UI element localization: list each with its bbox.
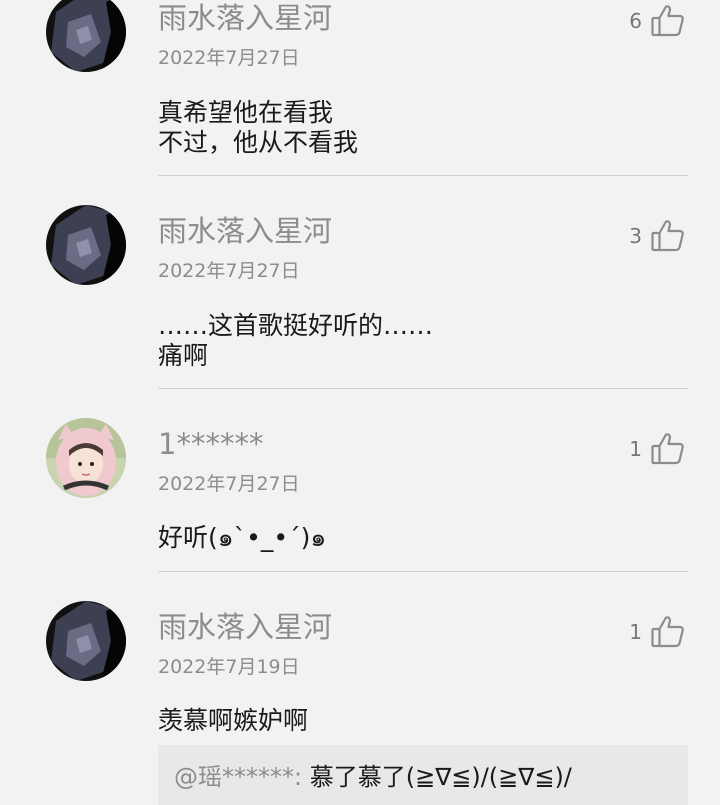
thumbs-up-icon[interactable] <box>650 431 686 467</box>
divider <box>158 388 688 389</box>
comment-text-line: 痛啊 <box>158 341 209 370</box>
comment-text-line: 不过，他从不看我 <box>158 128 359 157</box>
dark-avatar-icon <box>46 601 126 681</box>
thumbs-up-icon[interactable] <box>650 3 686 39</box>
username[interactable]: 雨水落入星河 <box>158 0 332 36</box>
username[interactable]: 1****** <box>158 426 263 462</box>
thumbs-up-icon[interactable] <box>650 614 686 650</box>
comment-date: 2022年7月27日 <box>158 260 300 282</box>
like-count: 6 <box>629 9 642 33</box>
divider <box>158 175 688 176</box>
like-count: 1 <box>629 620 642 644</box>
comment-date: 2022年7月19日 <box>158 656 300 678</box>
comment-text-line: ……这首歌挺好听的…… <box>158 311 434 340</box>
comment-text-line: 好听(๑`•_•´)๑ <box>158 523 327 552</box>
like-count: 1 <box>629 437 642 461</box>
avatar[interactable] <box>46 205 126 285</box>
reply-content: 慕了慕了(≧∇≦)/(≧∇≦)/ <box>302 763 572 791</box>
thumbs-up-icon[interactable] <box>650 218 686 254</box>
avatar[interactable] <box>46 418 126 498</box>
username[interactable]: 雨水落入星河 <box>158 213 332 249</box>
person-avatar-icon <box>46 418 126 498</box>
dark-avatar-icon <box>46 205 126 285</box>
comment-text-line: 真希望他在看我 <box>158 98 334 127</box>
avatar[interactable] <box>46 0 126 72</box>
dark-avatar-icon <box>46 0 126 72</box>
like-button[interactable]: 3 <box>629 218 686 254</box>
comment-date: 2022年7月27日 <box>158 47 300 69</box>
divider <box>158 571 688 572</box>
avatar[interactable] <box>46 601 126 681</box>
username[interactable]: 雨水落入星河 <box>158 609 332 645</box>
like-button[interactable]: 1 <box>629 431 686 467</box>
reply-text: @瑶******: 慕了慕了(≧∇≦)/(≧∇≦)/ <box>174 757 572 792</box>
comment-text-line: 羡慕啊嫉妒啊 <box>158 706 309 735</box>
like-count: 3 <box>629 224 642 248</box>
like-button[interactable]: 1 <box>629 614 686 650</box>
comment-date: 2022年7月27日 <box>158 473 300 495</box>
reply-quote[interactable]: @瑶******: 慕了慕了(≧∇≦)/(≧∇≦)/ <box>158 745 688 805</box>
reply-author[interactable]: @瑶******: <box>174 763 302 791</box>
like-button[interactable]: 6 <box>629 3 686 39</box>
